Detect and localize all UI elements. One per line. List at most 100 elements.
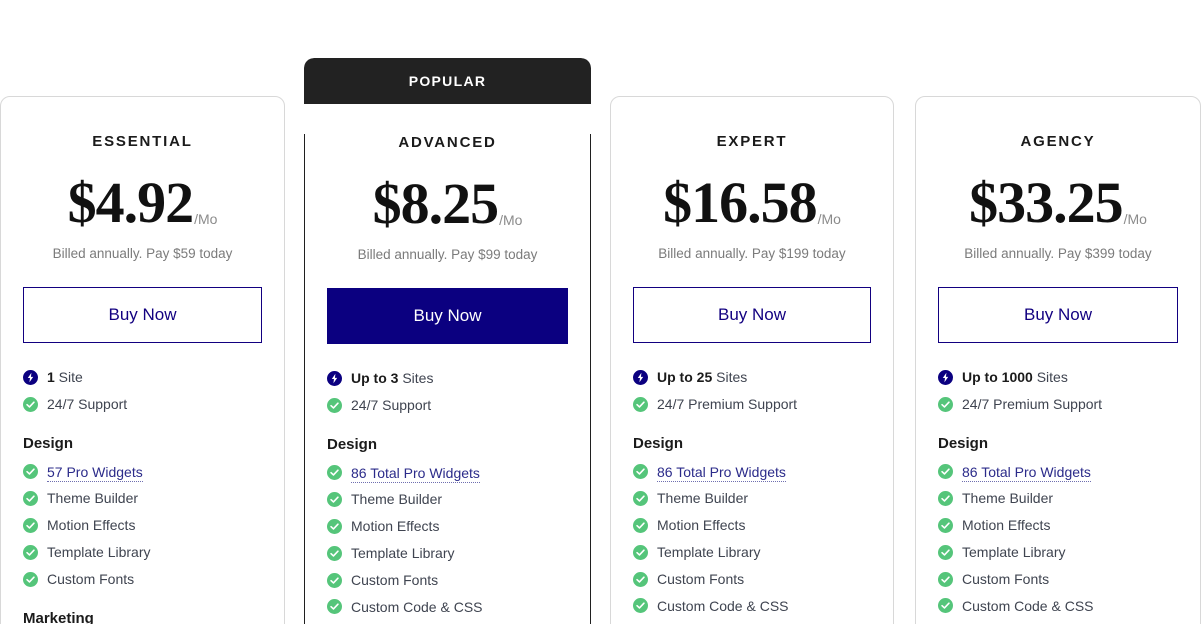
feature-item: 86 Total Pro Widgets <box>633 463 871 482</box>
top-feature-list: Up to 3 Sites 24/7 Support <box>327 370 568 414</box>
feature-text: 24/7 Support <box>47 395 128 412</box>
feature-text: Custom Code & CSS <box>351 598 483 615</box>
check-icon <box>327 492 342 508</box>
feature-label: Custom Fonts <box>47 571 134 588</box>
feature-label: 24/7 Premium Support <box>962 396 1102 413</box>
plan-name: ADVANCED <box>398 134 497 151</box>
check-icon <box>938 396 953 412</box>
feature-item: Custom Fonts <box>327 572 568 589</box>
feature-label: Theme Builder <box>657 490 748 507</box>
feature-item: Motion Effects <box>23 517 262 534</box>
feature-item: Theme Builder <box>938 490 1178 507</box>
feature-link[interactable]: 86 Total Pro Widgets <box>657 463 786 482</box>
feature-text: Theme Builder <box>657 490 749 507</box>
feature-label: Up to 3 Sites <box>351 370 433 387</box>
check-icon <box>23 571 38 587</box>
feature-group-title: Design <box>938 434 989 452</box>
feature-item: Up to 25 Sites <box>633 369 871 386</box>
price-row: $16.58/Mo <box>633 174 871 232</box>
check-icon <box>327 572 342 588</box>
feature-text: Custom Fonts <box>351 571 439 588</box>
feature-item: Custom Code & CSS <box>938 598 1178 615</box>
feature-label: Up to 1000 Sites <box>962 369 1068 386</box>
feature-text: Template Library <box>351 544 455 561</box>
price-row: $33.25/Mo <box>938 174 1178 232</box>
feature-label: Motion Effects <box>47 517 135 534</box>
check-icon <box>938 518 953 534</box>
check-icon <box>938 464 953 480</box>
feature-item: Template Library <box>633 544 871 561</box>
pricing-card: AGENCY $33.25/Mo Billed annually. Pay $399… <box>915 96 1201 624</box>
plan-price: $8.25 <box>372 171 499 236</box>
buy-now-button[interactable]: Buy Now <box>938 287 1178 343</box>
design-feature-list: 86 Total Pro Widgets Theme Builder Motion … <box>327 464 568 624</box>
feature-text: Template Library <box>657 543 761 560</box>
feature-label: Custom Code & CSS <box>962 598 1094 615</box>
feature-item: Custom Fonts <box>938 571 1178 588</box>
feature-link[interactable]: 86 Total Pro Widgets <box>962 463 1091 482</box>
check-icon <box>633 571 648 587</box>
feature-item: Template Library <box>23 544 262 561</box>
feature-emphasis: Up to 1000 <box>962 369 1033 385</box>
billing-note: Billed annually. Pay $99 today <box>357 247 538 262</box>
feature-item: Template Library <box>938 544 1178 561</box>
pricing-card: ESSENTIAL $4.92/Mo Billed annually. Pay $5… <box>0 96 285 624</box>
feature-item: Up to 3 Sites <box>327 370 568 387</box>
bolt-icon <box>327 370 342 386</box>
feature-link[interactable]: 86 Total Pro Widgets <box>351 464 480 483</box>
plan-period: /Mo <box>194 211 218 227</box>
plan-name: EXPERT <box>716 133 788 150</box>
feature-item: Custom Code & CSS <box>633 598 871 615</box>
check-icon <box>938 544 953 560</box>
feature-label: Custom Fonts <box>657 571 744 588</box>
buy-now-button[interactable]: Buy Now <box>327 288 568 344</box>
check-icon <box>633 464 648 480</box>
check-icon <box>633 544 648 560</box>
check-icon <box>23 491 38 507</box>
feature-item: Motion Effects <box>633 517 871 534</box>
check-icon <box>327 519 342 535</box>
feature-text: Custom Code & CSS <box>657 597 789 614</box>
check-icon <box>938 491 953 507</box>
buy-now-button[interactable]: Buy Now <box>633 287 871 343</box>
feature-item: 24/7 Premium Support <box>938 396 1178 413</box>
bolt-icon <box>23 369 38 385</box>
billing-note: Billed annually. Pay $399 today <box>964 246 1152 261</box>
feature-label: 24/7 Support <box>351 397 431 414</box>
pricing-card-featured: POPULAR ADVANCED $8.25/Mo Billed annually. … <box>304 58 591 624</box>
feature-label: Custom Code & CSS <box>351 599 483 616</box>
bolt-icon <box>633 369 648 385</box>
feature-text: Template Library <box>962 543 1066 560</box>
buy-now-button[interactable]: Buy Now <box>23 287 262 343</box>
check-icon <box>327 545 342 561</box>
feature-text: 24/7 Premium Support <box>657 395 798 412</box>
card-content: ADVANCED $8.25/Mo Billed annually. Pay $99… <box>305 134 590 624</box>
billing-note: Billed annually. Pay $199 today <box>658 246 846 261</box>
feature-label: Template Library <box>657 544 761 561</box>
feature-item: Template Library <box>327 545 568 562</box>
check-icon <box>633 598 648 614</box>
feature-text: Theme Builder <box>351 491 443 508</box>
feature-text: Site <box>54 369 83 385</box>
featured-card-body: ADVANCED $8.25/Mo Billed annually. Pay $99… <box>304 134 591 624</box>
feature-item: Theme Builder <box>633 490 871 507</box>
feature-label: Theme Builder <box>47 490 138 507</box>
feature-item: 24/7 Premium Support <box>633 396 871 413</box>
feature-text: Theme Builder <box>962 490 1054 507</box>
feature-label: Motion Effects <box>351 518 439 535</box>
feature-label: 1 Site <box>47 369 83 386</box>
check-icon <box>23 464 38 480</box>
feature-item: 86 Total Pro Widgets <box>938 463 1178 482</box>
feature-link[interactable]: 57 Pro Widgets <box>47 463 143 482</box>
feature-label: Custom Code & CSS <box>657 598 789 615</box>
feature-label: Motion Effects <box>657 517 745 534</box>
check-icon <box>23 396 38 412</box>
plan-name: AGENCY <box>1020 133 1096 150</box>
feature-label: Up to 25 Sites <box>657 369 747 386</box>
feature-item: 57 Pro Widgets <box>23 463 262 482</box>
feature-label: 57 Pro Widgets <box>47 463 143 482</box>
bolt-icon <box>938 369 953 385</box>
check-icon <box>633 396 648 412</box>
feature-text: Motion Effects <box>657 517 746 534</box>
feature-label: Template Library <box>962 544 1066 561</box>
